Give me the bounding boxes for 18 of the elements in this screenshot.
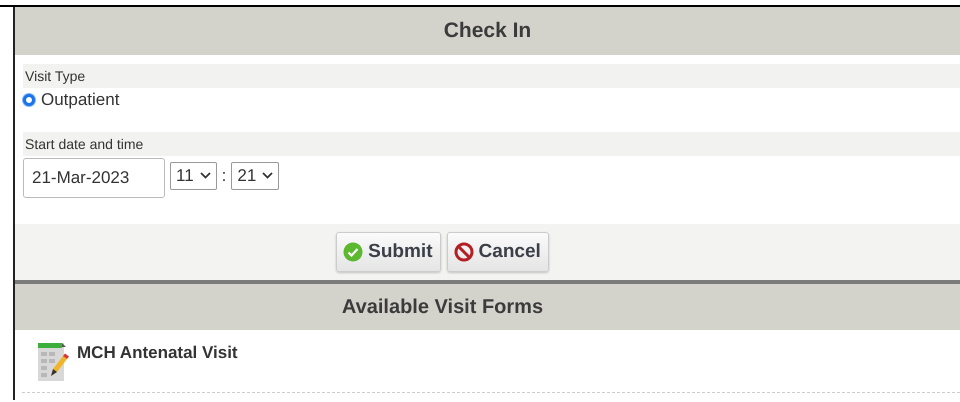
- checkmark-icon: [343, 242, 364, 262]
- form-edit-icon: [37, 340, 69, 382]
- cancel-button[interactable]: Cancel: [446, 232, 549, 272]
- radio-label[interactable]: Outpatient: [41, 90, 120, 110]
- prohibited-icon: [454, 242, 474, 262]
- chevron-icon: [200, 172, 211, 179]
- chevron-icon: [262, 172, 274, 179]
- field-label: Visit Type: [25, 68, 86, 84]
- panel-title: Available Visit Forms: [15, 284, 960, 330]
- hour-select[interactable]: 11: [170, 162, 217, 190]
- time-separator: :: [222, 166, 226, 186]
- form-link[interactable]: MCH Antenatal Visit: [77, 343, 238, 363]
- date-field[interactable]: 21-Mar-2023: [23, 158, 165, 198]
- minute-select[interactable]: 21: [231, 162, 280, 190]
- field-label: Start date and time: [25, 136, 144, 152]
- panel-title: Check In: [15, 7, 960, 55]
- submit-button[interactable]: Submit: [336, 232, 441, 272]
- radio-button[interactable]: [23, 94, 35, 106]
